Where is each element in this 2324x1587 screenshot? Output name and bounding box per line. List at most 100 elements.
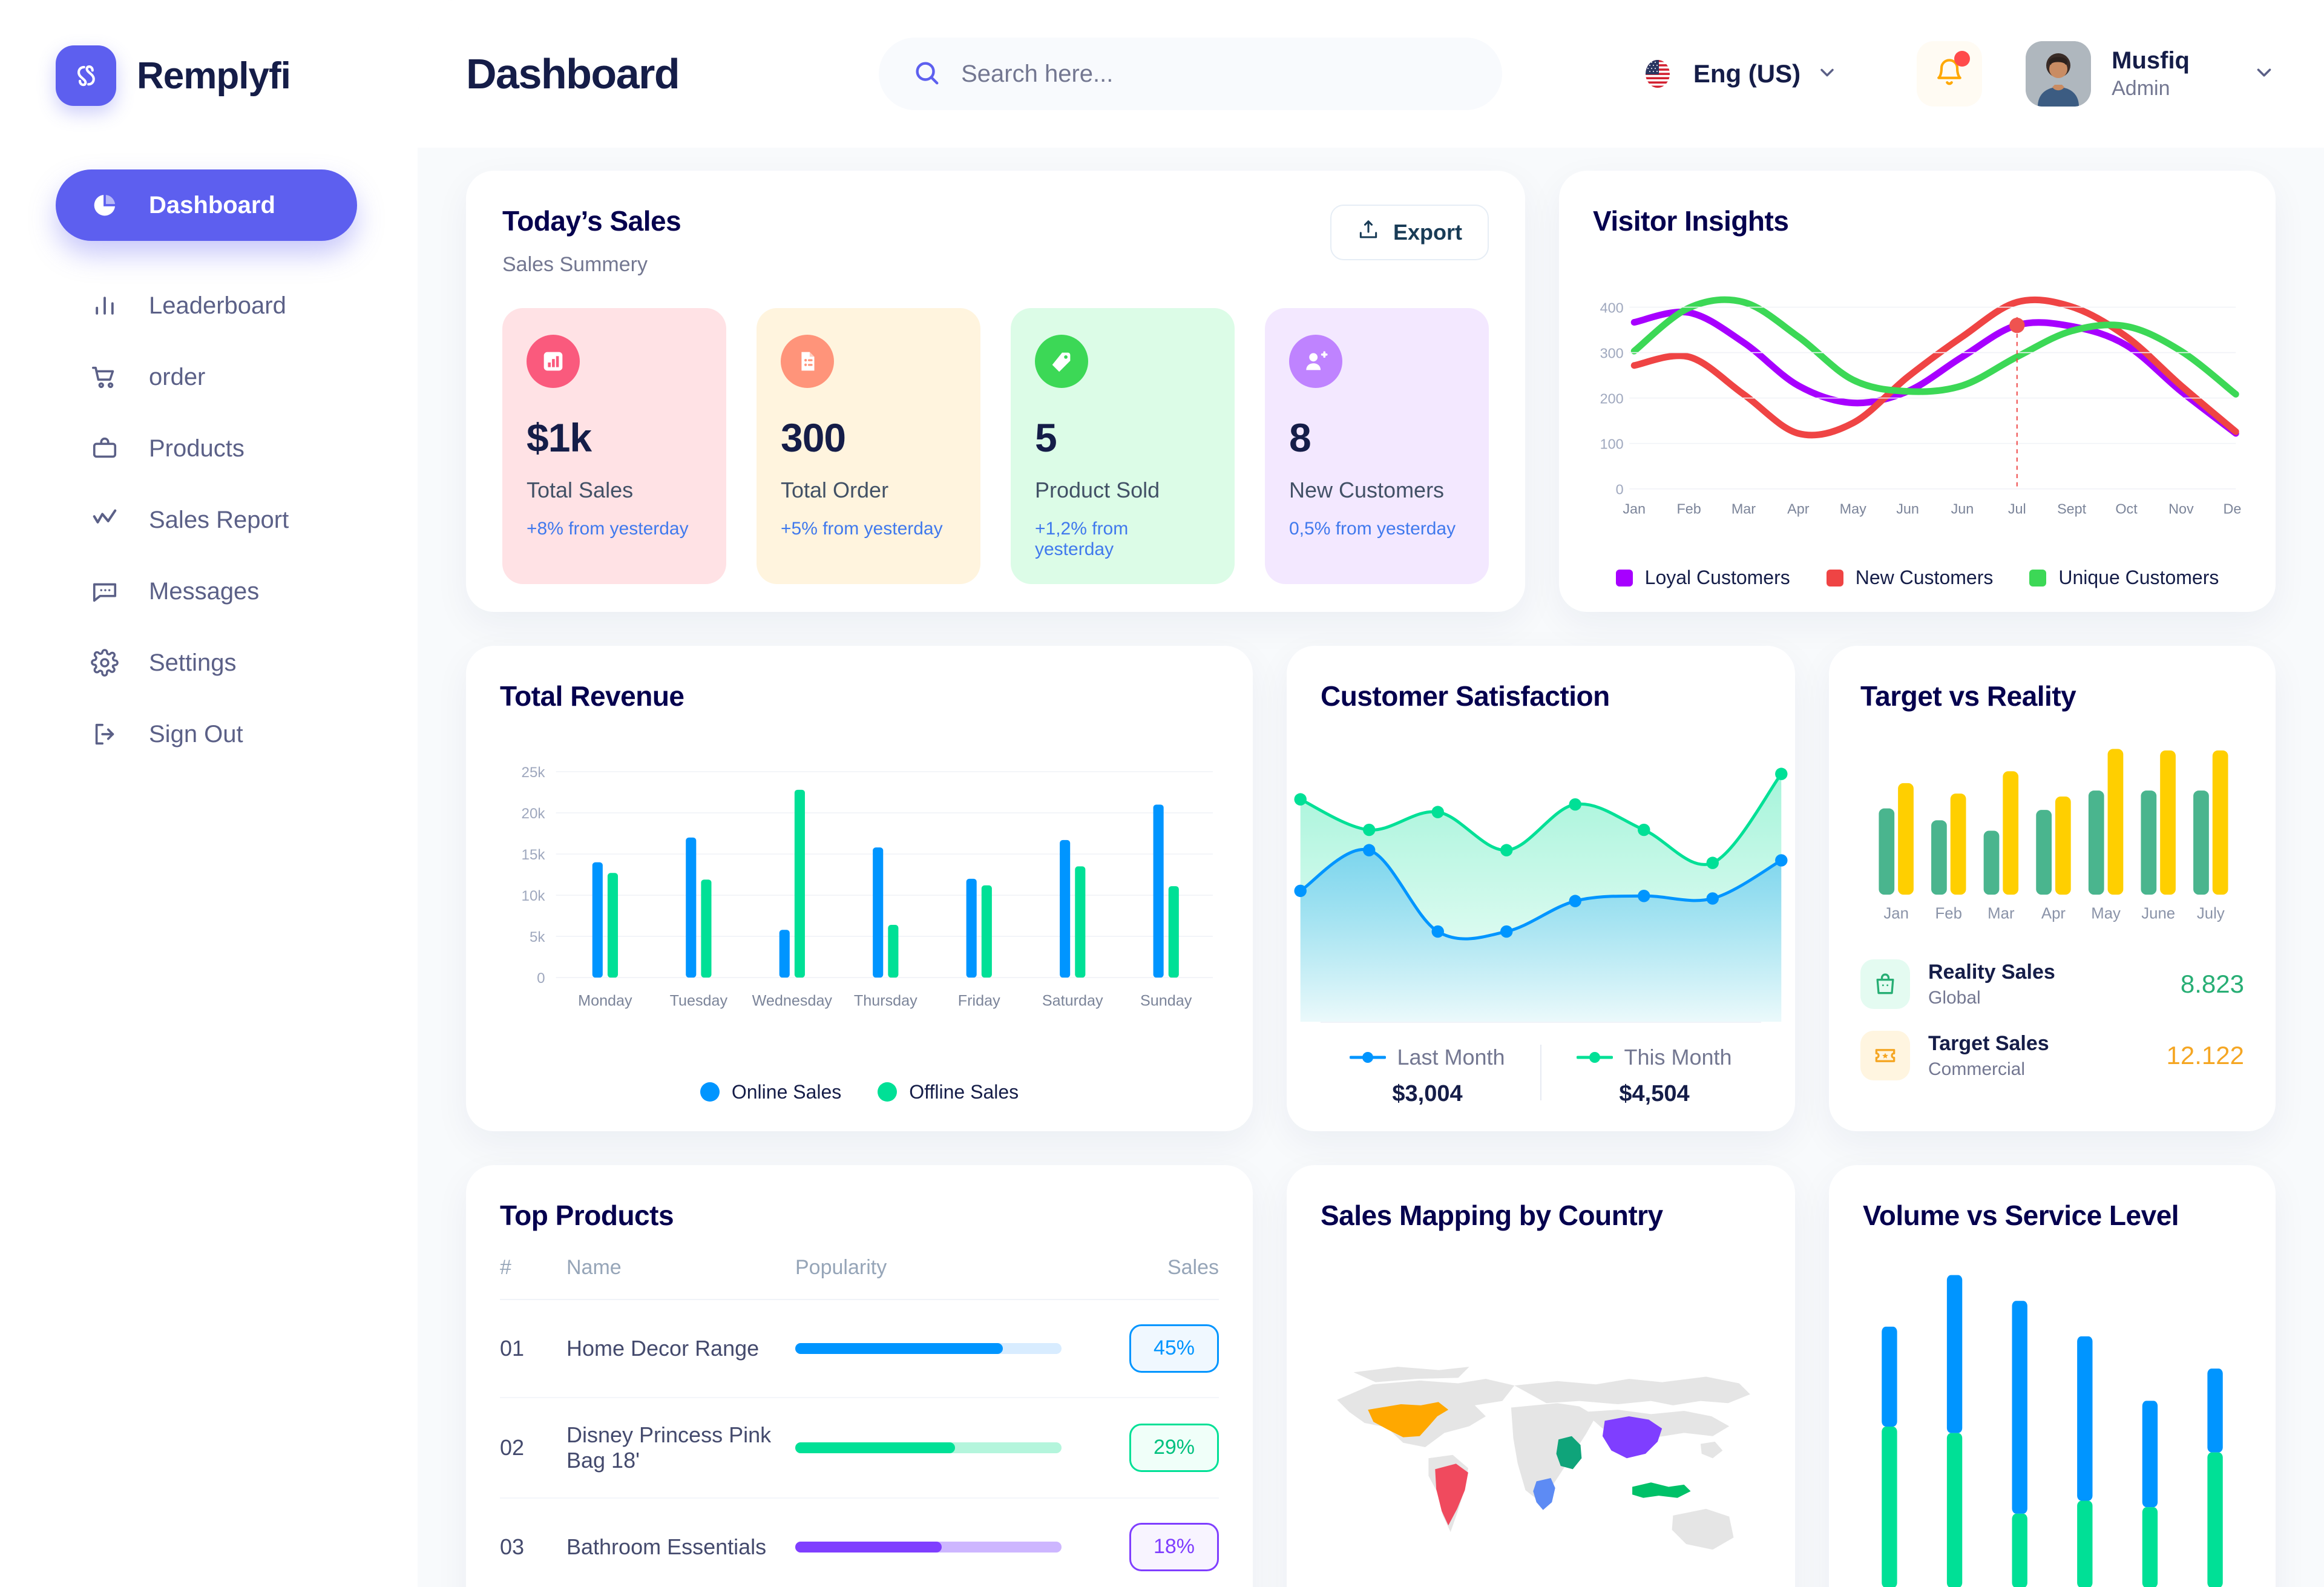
legend-label: Online Sales: [731, 1080, 842, 1103]
stat-value: 8: [1289, 415, 1311, 460]
legend-item[interactable]: New Customers: [1826, 567, 1994, 589]
svg-text:Apr: Apr: [2041, 905, 2066, 922]
sidebar-item-order[interactable]: order: [56, 341, 357, 413]
total-revenue-card: Total Revenue 0 5k 10k 15k 20k 25k Monday Tuesd…: [466, 646, 1253, 1131]
brand[interactable]: Remplyfi: [0, 36, 418, 115]
legend-item[interactable]: Online Sales: [700, 1081, 841, 1103]
search-input[interactable]: [961, 60, 1469, 88]
search-icon: [913, 59, 940, 90]
row-popularity: [795, 1299, 1098, 1398]
sidebar-item-sign-out[interactable]: Sign Out: [56, 698, 357, 770]
document-icon: [781, 335, 834, 388]
map-base-landmass: [1337, 1366, 1750, 1550]
language-selector[interactable]: Eng (US): [1638, 59, 1838, 88]
legend-swatch: [878, 1082, 898, 1102]
world-map[interactable]: [1321, 1250, 1761, 1587]
stat-grid: $1k Total Sales +8% from yesterday 300 T…: [502, 308, 1489, 584]
target-vs-reality-legend: Reality Sales Global 8.823 Target Sales …: [1860, 959, 2244, 1080]
svg-text:Des: Des: [2223, 501, 2242, 517]
svg-text:Saturday: Saturday: [1042, 992, 1103, 1009]
cart-icon: [87, 363, 122, 391]
sidebar-item-settings[interactable]: Settings: [56, 627, 357, 698]
language-label: Eng (US): [1693, 59, 1801, 88]
svg-text:15k: 15k: [522, 847, 546, 863]
legend-label: Target Sales: [1928, 1031, 2049, 1055]
add-user-icon: [1289, 335, 1342, 388]
tag-icon: [1035, 335, 1088, 388]
country-china: [1602, 1416, 1663, 1458]
profile-menu[interactable]: Musfiq Admin: [2026, 41, 2276, 107]
legend-item[interactable]: Last Month $3,004: [1321, 1045, 1534, 1107]
card-title: Visitor Insights: [1593, 205, 1789, 237]
volume-vs-service-plot: [1829, 1250, 2276, 1587]
profile-text: Musfiq Admin: [2112, 47, 2190, 100]
svg-text:300: 300: [1600, 345, 1624, 361]
legend-item-target-sales[interactable]: Target Sales Commercial 12.122: [1860, 1031, 2244, 1080]
infinity-logo-icon: [56, 45, 116, 106]
line-marker-icon: [1577, 1051, 1613, 1063]
customer-satisfaction-plot: [1287, 733, 1795, 1022]
legend-item[interactable]: This Month $4,504: [1548, 1045, 1761, 1107]
stat-card-product-sold[interactable]: 5 Product Sold +1,2% from yesterday: [1011, 308, 1235, 584]
shopping-bag-icon: [1860, 959, 1910, 1009]
card-title: Target vs Reality: [1860, 680, 2076, 712]
bar-chart-icon: [87, 292, 122, 319]
avatar: [2026, 41, 2092, 107]
svg-text:Jun: Jun: [1951, 501, 1974, 517]
svg-text:0: 0: [537, 970, 545, 987]
svg-text:Friday: Friday: [958, 992, 1000, 1009]
svg-text:Feb: Feb: [1935, 905, 1962, 922]
sidebar-item-leaderboard[interactable]: Leaderboard: [56, 270, 357, 341]
stat-card-total-sales[interactable]: $1k Total Sales +8% from yesterday: [502, 308, 726, 584]
svg-text:Jan: Jan: [1883, 905, 1909, 922]
topbar-right: Eng (US) Musfiq Admin: [1638, 41, 2276, 107]
legend-item[interactable]: Unique Customers: [2029, 567, 2219, 589]
todays-sales-card: Today’s Sales Sales Summery Export $1k T…: [466, 171, 1525, 612]
sidebar-item-dashboard[interactable]: Dashboard: [56, 169, 357, 241]
sidebar-item-messages[interactable]: Messages: [56, 556, 357, 627]
sidebar-item-products[interactable]: Products: [56, 413, 357, 484]
row-popularity: [795, 1397, 1098, 1499]
svg-text:Mar: Mar: [1988, 905, 2015, 922]
svg-text:Feb: Feb: [1676, 501, 1701, 517]
content-row-3: Top Products # Name Popularity Sales 01 …: [466, 1165, 2276, 1587]
status-badge: 29%: [1129, 1423, 1219, 1472]
profile-name: Musfiq: [2112, 47, 2190, 74]
legend-item-reality-sales[interactable]: Reality Sales Global 8.823: [1860, 959, 2244, 1009]
chat-icon: [87, 577, 122, 605]
legend-text: Reality Sales Global: [1928, 961, 2055, 1008]
legend-label: Unique Customers: [2058, 567, 2219, 588]
table-row[interactable]: 03 Bathroom Essentials 18%: [500, 1497, 1219, 1587]
export-button[interactable]: Export: [1330, 205, 1489, 260]
table-row[interactable]: 02 Disney Princess Pink Bag 18' 29%: [500, 1397, 1219, 1499]
column-header-sales: Sales: [1098, 1255, 1219, 1300]
legend-item[interactable]: Offline Sales: [878, 1081, 1019, 1103]
svg-text:100: 100: [1600, 436, 1624, 452]
svg-text:Sunday: Sunday: [1140, 992, 1192, 1009]
legend-item[interactable]: Loyal Customers: [1615, 567, 1790, 589]
notification-button[interactable]: [1917, 41, 1983, 107]
stat-card-new-customers[interactable]: 8 New Customers 0,5% from yesterday: [1265, 308, 1489, 584]
content-row-1: Today’s Sales Sales Summery Export $1k T…: [466, 171, 2276, 612]
svg-text:Sept: Sept: [2057, 501, 2087, 517]
stat-card-total-order[interactable]: 300 Total Order +5% from yesterday: [757, 308, 980, 584]
sidebar-item-sales-report[interactable]: Sales Report: [56, 484, 357, 556]
legend-sublabel: Global: [1928, 987, 1981, 1008]
legend-last-month: Last Month: [1350, 1045, 1505, 1070]
stat-value: 300: [781, 415, 846, 460]
stat-label: Product Sold: [1035, 478, 1160, 502]
legend-label: New Customers: [1855, 567, 1994, 588]
svg-text:Tuesday: Tuesday: [670, 992, 728, 1009]
legend-value: 12.122: [2166, 1041, 2244, 1070]
gear-icon: [87, 649, 122, 677]
visitor-insights-legend: Loyal Customers New Customers Unique Cus…: [1593, 567, 2242, 589]
search-bar[interactable]: [879, 38, 1503, 110]
sidebar-item-label: Sales Report: [149, 506, 289, 533]
table-row[interactable]: 01 Home Decor Range 45%: [500, 1299, 1219, 1398]
svg-text:May: May: [1840, 501, 1866, 517]
svg-text:400: 400: [1600, 300, 1624, 315]
export-label: Export: [1393, 220, 1462, 245]
chevron-down-icon: [1816, 62, 1838, 87]
stat-delta: +8% from yesterday: [527, 519, 689, 539]
